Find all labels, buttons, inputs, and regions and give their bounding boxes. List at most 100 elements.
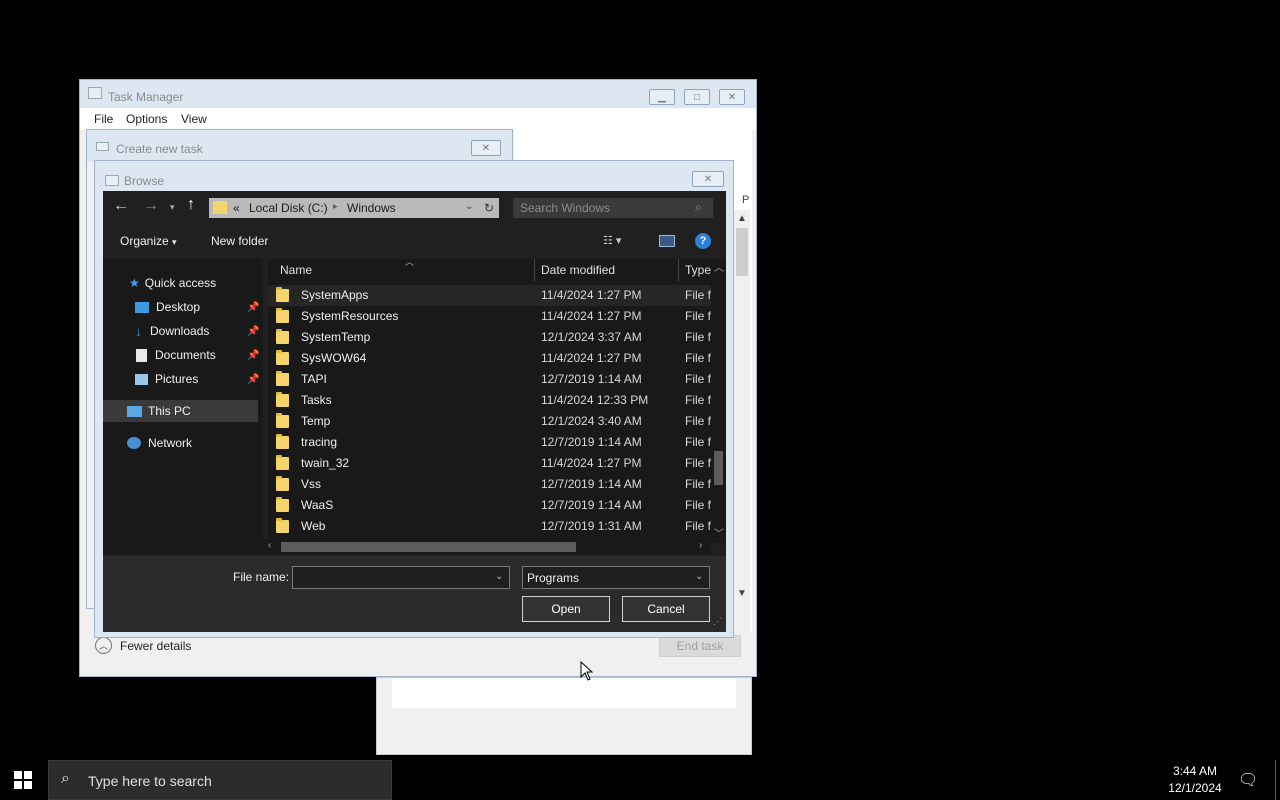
file-row[interactable]: tracing 12/7/2019 1:14 AM File f	[268, 432, 713, 453]
file-name-cell: Web	[301, 519, 326, 533]
folder-icon	[276, 329, 289, 344]
up-arrow-icon[interactable]: ↑	[187, 196, 195, 214]
nav-documents-label: Documents	[155, 348, 216, 362]
file-name-cell: SystemApps	[301, 288, 369, 302]
notifications-icon[interactable]: 🗨	[1238, 770, 1258, 790]
clock[interactable]: 3:44 AM 12/1/2024	[1160, 764, 1230, 795]
windows-logo-icon	[14, 771, 32, 789]
file-type-select[interactable]: Programs ⌄	[522, 566, 710, 589]
forward-arrow-icon[interactable]: →	[143, 197, 159, 215]
recent-locations-icon[interactable]: ▾	[170, 202, 175, 213]
hscroll-thumb[interactable]	[281, 542, 576, 552]
breadcrumb-local-disk[interactable]: Local Disk (C:)	[249, 201, 328, 215]
file-name-input[interactable]: ⌄	[292, 566, 510, 589]
date-modified-cell: 12/7/2019 1:14 AM	[541, 498, 642, 512]
file-row[interactable]: twain_32 11/4/2024 1:27 PM File f	[268, 453, 713, 474]
create-task-close-button[interactable]: ✕	[471, 140, 501, 156]
refresh-button[interactable]: ↻	[479, 198, 499, 218]
menu-file[interactable]: File	[94, 112, 113, 126]
file-row[interactable]: SystemTemp 12/1/2024 3:37 AM File f	[268, 327, 713, 348]
mouse-cursor-icon	[580, 661, 594, 681]
column-date-modified[interactable]: Date modified	[541, 263, 615, 277]
browse-content: ← → ▾ ↑ « Local Disk (C:) ▸ Windows ⌄ ↻ …	[103, 191, 726, 632]
refresh-icon: ↻	[483, 201, 495, 215]
file-list-vscroll[interactable]: ︿ ﹀	[711, 259, 726, 543]
minimize-button[interactable]: ▁	[649, 89, 675, 105]
search-icon: ⌕	[695, 200, 702, 214]
nav-quick-access-label: Quick access	[144, 276, 217, 290]
menu-bar: File Options View	[80, 108, 756, 130]
address-bar[interactable]: « Local Disk (C:) ▸ Windows ⌄	[209, 198, 479, 218]
nav-network[interactable]: Network	[103, 432, 263, 454]
menu-options[interactable]: Options	[126, 112, 167, 126]
pictures-icon	[135, 373, 148, 385]
browse-close-button[interactable]: ✕	[692, 171, 724, 187]
star-icon: ★	[129, 276, 140, 290]
task-manager-titlebar[interactable]: Task Manager ▁ □ ✕	[80, 80, 756, 108]
scroll-down-icon[interactable]: ▼	[737, 588, 747, 599]
nav-quick-access[interactable]: ★ Quick access	[103, 272, 263, 294]
nav-this-pc[interactable]: This PC	[103, 400, 258, 422]
file-list-hscroll[interactable]: ‹ ›	[263, 539, 711, 555]
end-task-button[interactable]: End task	[659, 635, 741, 657]
scroll-right-icon[interactable]: ›	[699, 540, 702, 551]
file-row[interactable]: SystemResources 11/4/2024 1:27 PM File f	[268, 306, 713, 327]
chevron-down-icon[interactable]: ⌄	[495, 571, 503, 582]
nav-pictures[interactable]: Pictures 📌	[103, 368, 263, 390]
column-divider[interactable]	[678, 259, 679, 281]
file-rows: SystemApps 11/4/2024 1:27 PM File f SystemR…	[268, 285, 713, 543]
scroll-up-icon[interactable]: ︿	[714, 259, 724, 274]
menu-view[interactable]: View	[181, 112, 207, 126]
resize-grip-icon[interactable]: ⋰	[713, 616, 722, 627]
address-overflow[interactable]: «	[233, 201, 240, 215]
cancel-button[interactable]: Cancel	[622, 596, 710, 622]
type-cell: File f	[685, 309, 712, 323]
back-arrow-icon[interactable]: ←	[113, 197, 129, 215]
file-row[interactable]: SysWOW64 11/4/2024 1:27 PM File f	[268, 348, 713, 369]
maximize-button[interactable]: □	[684, 89, 710, 105]
file-name-cell: Temp	[301, 414, 331, 428]
scroll-left-icon[interactable]: ‹	[268, 540, 271, 551]
search-box[interactable]: Search Windows ⌕	[513, 198, 713, 218]
column-name[interactable]: Name	[280, 263, 312, 277]
scroll-thumb[interactable]	[736, 228, 748, 276]
breadcrumb-windows[interactable]: Windows	[347, 201, 396, 215]
file-row[interactable]: TAPI 12/7/2019 1:14 AM File f	[268, 369, 713, 390]
taskbar-search-box[interactable]: ⌕ Type here to search	[48, 760, 392, 800]
show-desktop-button[interactable]	[1275, 760, 1276, 800]
chevron-right-icon: ▸	[333, 201, 338, 211]
start-button[interactable]	[14, 771, 32, 789]
folder-icon	[276, 518, 289, 533]
fewer-details-link[interactable]: Fewer details	[120, 639, 191, 653]
scroll-up-icon[interactable]: ▲	[737, 213, 747, 224]
browse-dialog: Browse ✕ ← → ▾ ↑ « Local Disk (C:) ▸ Win…	[94, 160, 734, 638]
column-divider[interactable]	[534, 259, 535, 281]
help-icon[interactable]: ?	[695, 233, 711, 249]
column-type[interactable]: Type	[685, 263, 711, 277]
chevron-down-icon: ▾	[172, 237, 177, 247]
nav-downloads[interactable]: ↓ Downloads 📌	[103, 320, 263, 342]
date-modified-cell: 12/7/2019 1:31 AM	[541, 519, 642, 533]
nav-desktop-label: Desktop	[156, 300, 201, 314]
open-button[interactable]: Open	[522, 596, 610, 622]
file-row[interactable]: WaaS 12/7/2019 1:14 AM File f	[268, 495, 713, 516]
file-row[interactable]: Temp 12/1/2024 3:40 AM File f	[268, 411, 713, 432]
nav-documents[interactable]: Documents 📌	[103, 344, 263, 366]
file-row[interactable]: Vss 12/7/2019 1:14 AM File f	[268, 474, 713, 495]
file-row[interactable]: Tasks 11/4/2024 12:33 PM File f	[268, 390, 713, 411]
new-folder-button[interactable]: New folder	[211, 234, 268, 248]
vertical-scrollbar[interactable]: ▲ ▼	[734, 210, 750, 670]
organize-button[interactable]: Organize ▾	[120, 234, 177, 248]
file-row[interactable]: SystemApps 11/4/2024 1:27 PM File f	[268, 285, 713, 306]
nav-desktop[interactable]: Desktop 📌	[103, 296, 263, 318]
fewer-details-icon[interactable]: ︿	[95, 637, 112, 654]
file-row[interactable]: Web 12/7/2019 1:31 AM File f	[268, 516, 713, 537]
preview-pane-icon[interactable]	[659, 235, 675, 247]
file-name-cell: tracing	[301, 435, 338, 449]
view-options-icon[interactable]: ☷ ▾	[603, 234, 621, 247]
create-new-task-titlebar[interactable]: Create new task ✕	[87, 130, 512, 162]
close-button[interactable]: ✕	[719, 89, 745, 105]
chevron-down-icon[interactable]: ⌄	[465, 201, 473, 212]
scroll-thumb[interactable]	[714, 451, 723, 485]
scroll-down-icon[interactable]: ﹀	[714, 525, 724, 540]
